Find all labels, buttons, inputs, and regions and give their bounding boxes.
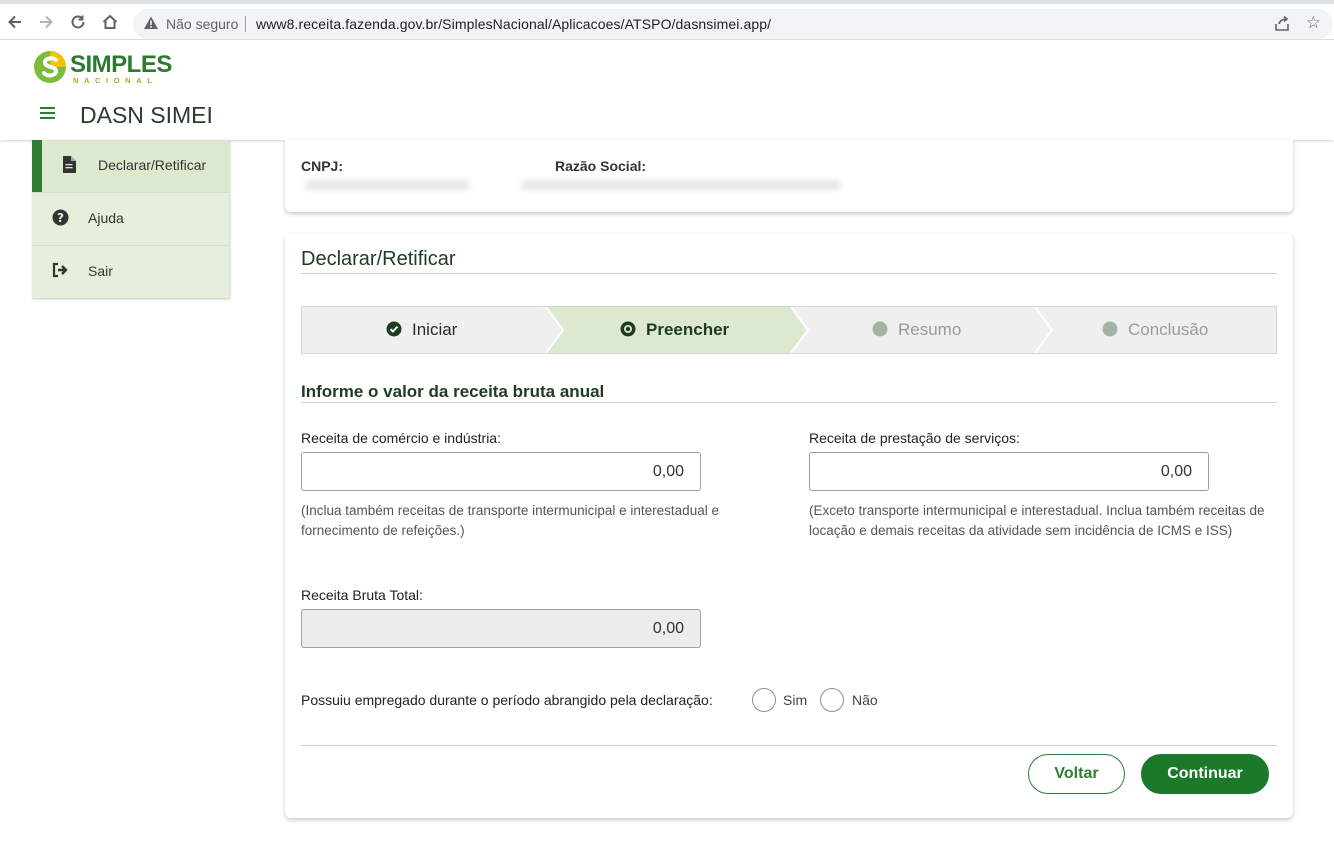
home-icon[interactable] — [99, 13, 121, 33]
pending-step-icon — [1102, 321, 1118, 342]
logo-mark-icon — [34, 51, 66, 83]
back-button[interactable]: Voltar — [1028, 754, 1125, 794]
app-header: SIMPLES NACIONAL DASN SIMEI — [0, 40, 1334, 140]
address-bar[interactable]: Não seguro www8.receita.fazenda.gov.br/S… — [133, 9, 1333, 39]
security-label: Não seguro — [166, 16, 239, 32]
servicos-hint: (Exceto transporte intermunicipal e inte… — [809, 503, 1265, 538]
footer-divider — [301, 745, 1277, 746]
razao-social-value-redacted — [521, 180, 841, 190]
back-arrow-icon[interactable] — [4, 13, 26, 33]
sign-out-icon — [52, 262, 68, 280]
sidebar-item-label: Ajuda — [88, 210, 124, 226]
radio-nao[interactable] — [820, 688, 844, 712]
sidebar-item-label: Sair — [88, 263, 113, 279]
comercio-label: Receita de comércio e indústria: — [301, 430, 501, 446]
reload-icon[interactable] — [67, 13, 89, 33]
sidebar-item-declarar[interactable]: Declarar/Retificar — [32, 140, 229, 193]
sidebar-item-ajuda[interactable]: ? Ajuda — [32, 193, 229, 246]
simples-nacional-logo: SIMPLES NACIONAL — [33, 50, 173, 90]
step-preencher: Preencher — [620, 320, 729, 342]
radio-nao-label[interactable]: Não — [852, 692, 878, 708]
title-divider — [301, 273, 1277, 274]
step-resumo: Resumo — [872, 320, 961, 342]
cnpj-value-redacted — [305, 180, 470, 190]
menu-icon[interactable] — [40, 107, 55, 119]
url-text[interactable]: www8.receita.fazenda.gov.br/SimplesNacio… — [256, 16, 771, 32]
section-subtitle: Informe o valor da receita bruta anual — [301, 382, 605, 401]
current-step-icon — [620, 321, 636, 342]
step-iniciar: Iniciar — [386, 320, 457, 342]
form-title: Declarar/Retificar — [301, 248, 456, 270]
app-title: DASN SIMEI — [80, 102, 213, 128]
razao-social-label: Razão Social: — [555, 158, 647, 174]
continue-button[interactable]: Continuar — [1141, 754, 1269, 794]
company-info-card: CNPJ: Razão Social: — [285, 140, 1293, 212]
step-label: Conclusão — [1128, 320, 1209, 339]
share-icon[interactable] — [1273, 15, 1291, 33]
sidebar-item-label: Declarar/Retificar — [98, 157, 207, 173]
address-divider — [245, 16, 246, 32]
declaration-form-card: Declarar/Retificar Iniciar Preencher Res… — [285, 234, 1293, 818]
step-label: Resumo — [898, 320, 962, 339]
document-icon — [62, 156, 78, 174]
sidebar: Declarar/Retificar ? Ajuda Sair — [32, 140, 229, 299]
step-label: Preencher — [646, 320, 730, 339]
logo-text: SIMPLES — [70, 51, 172, 78]
radio-sim[interactable] — [752, 688, 776, 712]
svg-text:?: ? — [57, 211, 64, 225]
total-label: Receita Bruta Total: — [301, 587, 423, 603]
sidebar-item-sair[interactable]: Sair — [32, 246, 229, 299]
comercio-input[interactable]: 0,00 — [301, 452, 701, 491]
bookmark-star-icon[interactable]: ☆ — [1306, 13, 1321, 33]
forward-arrow-icon[interactable] — [35, 13, 57, 33]
servicos-label: Receita de prestação de serviços: — [809, 430, 1020, 446]
check-circle-icon — [386, 321, 402, 342]
total-input: 0,00 — [301, 609, 701, 648]
step-conclusao: Conclusão — [1102, 320, 1208, 342]
browser-toolbar: Não seguro www8.receita.fazenda.gov.br/S… — [0, 0, 1334, 40]
logo-subtext: NACIONAL — [73, 76, 158, 85]
subtitle-divider — [301, 402, 1277, 403]
step-label: Iniciar — [412, 320, 458, 339]
pending-step-icon — [872, 321, 888, 342]
progress-stepper: Iniciar Preencher Resumo Conclusão — [301, 306, 1277, 354]
servicos-input[interactable]: 0,00 — [809, 452, 1209, 491]
warning-icon — [143, 15, 159, 31]
radio-sim-label[interactable]: Sim — [783, 692, 807, 708]
employee-question: Possuiu empregado durante o período abra… — [301, 692, 713, 708]
cnpj-label: CNPJ: — [301, 158, 344, 174]
comercio-hint: (Inclua também receitas de transporte in… — [301, 503, 719, 538]
question-circle-icon: ? — [52, 209, 69, 227]
